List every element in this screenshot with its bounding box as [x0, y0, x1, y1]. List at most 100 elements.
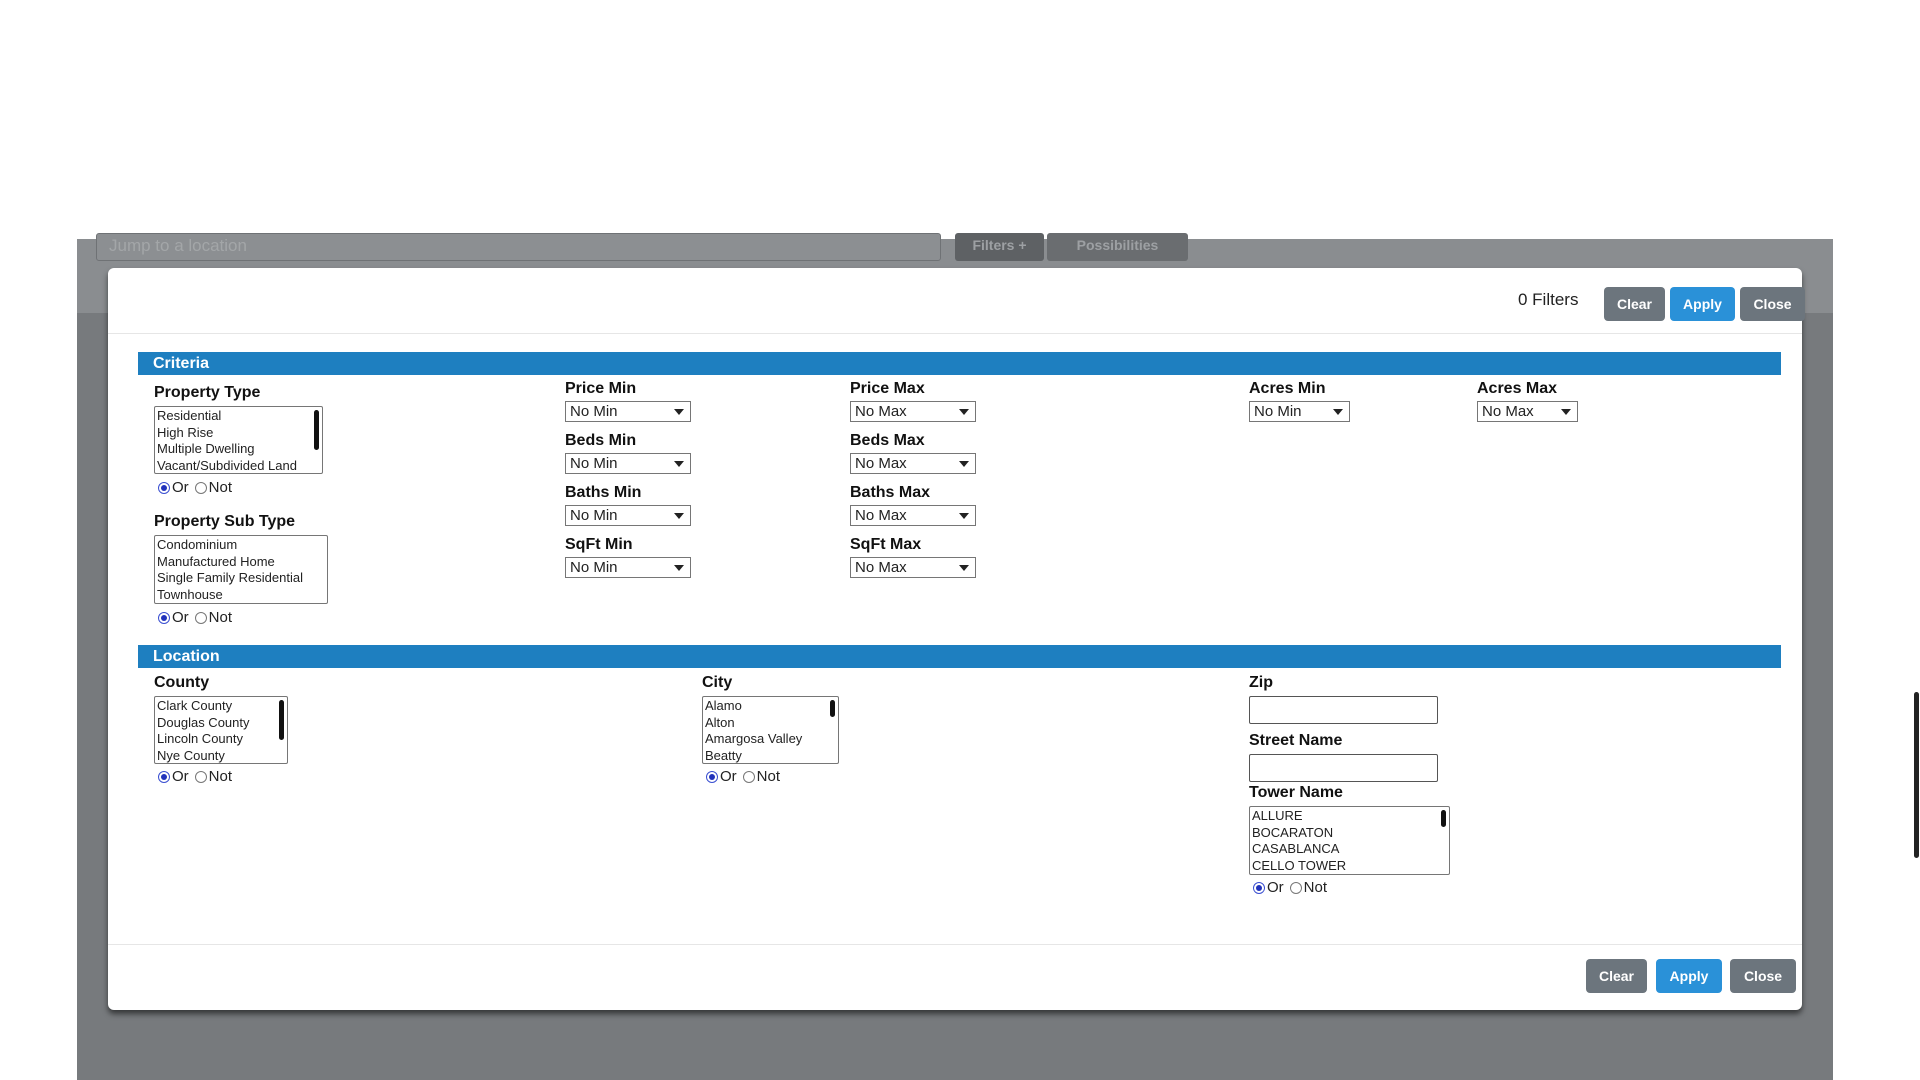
chevron-down-icon	[959, 461, 969, 467]
acres-max-value: No Max	[1482, 403, 1534, 420]
list-option[interactable]: BOCARATON	[1250, 825, 1449, 842]
not-label: Not	[756, 768, 781, 785]
not-radio[interactable]	[194, 770, 207, 783]
listbox-scrollbar[interactable]	[314, 410, 319, 450]
chevron-down-icon	[674, 565, 684, 571]
acres-min-value: No Min	[1254, 403, 1302, 420]
property-type-mode: Or Not	[158, 479, 232, 496]
property-sub-type-listbox[interactable]: Condominium Manufactured Home Single Fam…	[154, 535, 328, 604]
acres-max-label: Acres Max	[1477, 380, 1558, 397]
or-label: Or	[172, 609, 189, 626]
sqft-min-select[interactable]: No Min	[565, 557, 691, 578]
or-radio[interactable]	[158, 770, 170, 783]
acres-min-select[interactable]: No Min	[1249, 401, 1350, 422]
list-option[interactable]: Lincoln County	[155, 731, 287, 748]
property-type-listbox[interactable]: Residential High Rise Multiple Dwelling …	[154, 406, 323, 474]
filters-tab[interactable]: Filters +	[955, 233, 1044, 261]
baths-max-value: No Max	[855, 507, 907, 524]
list-option[interactable]: Alamo	[703, 698, 838, 715]
list-option[interactable]: Condominium	[155, 537, 327, 554]
list-option[interactable]: Residential	[155, 408, 322, 425]
list-option[interactable]: Manufactured Home	[155, 554, 327, 571]
listbox-scrollbar[interactable]	[830, 700, 835, 717]
apply-button-bottom[interactable]: Apply	[1656, 959, 1722, 993]
city-listbox[interactable]: Alamo Alton Amargosa Valley Beatty	[702, 696, 839, 764]
baths-max-select[interactable]: No Max	[850, 505, 976, 526]
property-sub-type-label: Property Sub Type	[154, 513, 296, 530]
street-name-input[interactable]	[1249, 754, 1438, 782]
price-min-value: No Min	[570, 403, 618, 420]
list-option[interactable]: Nye County	[155, 748, 287, 764]
possibilities-tab[interactable]: Possibilities	[1047, 233, 1188, 261]
jump-location-input[interactable]: Jump to a location	[96, 233, 941, 261]
county-label: County	[154, 674, 210, 691]
or-label: Or	[172, 479, 189, 496]
beds-max-select[interactable]: No Max	[850, 453, 976, 474]
chevron-down-icon	[959, 409, 969, 415]
beds-min-select[interactable]: No Min	[565, 453, 691, 474]
zip-label: Zip	[1249, 674, 1273, 691]
close-button-bottom[interactable]: Close	[1730, 959, 1796, 993]
zip-input[interactable]	[1249, 696, 1438, 724]
tower-name-mode: Or Not	[1253, 879, 1327, 896]
county-listbox[interactable]: Clark County Douglas County Lincoln Coun…	[154, 696, 288, 764]
list-option[interactable]: Vacant/Subdivided Land	[155, 458, 322, 474]
tower-name-listbox[interactable]: ALLURE BOCARATON CASABLANCA CELLO TOWER	[1249, 806, 1450, 875]
property-sub-type-mode: Or Not	[158, 609, 232, 626]
listbox-scrollbar[interactable]	[1441, 810, 1446, 827]
chevron-down-icon	[1333, 409, 1343, 415]
price-max-select[interactable]: No Max	[850, 401, 976, 422]
listbox-scrollbar[interactable]	[279, 700, 284, 740]
list-option[interactable]: Clark County	[155, 698, 287, 715]
tower-name-label: Tower Name	[1249, 784, 1343, 801]
modal-footer: Clear Apply Close	[108, 944, 1802, 1010]
not-radio[interactable]	[194, 481, 207, 494]
beds-min-value: No Min	[570, 455, 618, 472]
baths-min-value: No Min	[570, 507, 618, 524]
criteria-section-header: Criteria	[138, 352, 1781, 375]
city-label: City	[702, 674, 733, 691]
list-option[interactable]: ALLURE	[1250, 808, 1449, 825]
not-radio[interactable]	[1289, 881, 1302, 894]
list-option[interactable]: Multiple Dwelling	[155, 441, 322, 458]
beds-max-value: No Max	[855, 455, 907, 472]
baths-min-select[interactable]: No Min	[565, 505, 691, 526]
chevron-down-icon	[1561, 409, 1571, 415]
clear-button-bottom[interactable]: Clear	[1586, 959, 1647, 993]
chevron-down-icon	[959, 513, 969, 519]
price-min-select[interactable]: No Min	[565, 401, 691, 422]
sqft-max-value: No Max	[855, 559, 907, 576]
list-option[interactable]: Amargosa Valley	[703, 731, 838, 748]
or-radio[interactable]	[158, 481, 170, 494]
beds-min-label: Beds Min	[565, 432, 637, 449]
price-max-value: No Max	[855, 403, 907, 420]
or-radio[interactable]	[1253, 881, 1265, 894]
acres-max-select[interactable]: No Max	[1477, 401, 1578, 422]
not-radio[interactable]	[194, 611, 207, 624]
beds-max-label: Beds Max	[850, 432, 925, 449]
chevron-down-icon	[959, 565, 969, 571]
list-option[interactable]: CASABLANCA	[1250, 841, 1449, 858]
list-option[interactable]: Single Family Residential	[155, 570, 327, 587]
not-radio[interactable]	[742, 770, 755, 783]
or-label: Or	[172, 768, 189, 785]
not-label: Not	[208, 609, 233, 626]
or-radio[interactable]	[158, 611, 170, 624]
list-option[interactable]: Douglas County	[155, 715, 287, 732]
page-scrollbar[interactable]	[1914, 692, 1919, 858]
close-button-top[interactable]: Close	[1740, 287, 1805, 321]
county-mode: Or Not	[158, 768, 232, 785]
list-option[interactable]: CELLO TOWER	[1250, 858, 1449, 875]
list-option[interactable]: High Rise	[155, 425, 322, 442]
chevron-down-icon	[674, 461, 684, 467]
sqft-max-label: SqFt Max	[850, 536, 922, 553]
or-radio[interactable]	[706, 770, 718, 783]
sqft-min-label: SqFt Min	[565, 536, 633, 553]
list-option[interactable]: Alton	[703, 715, 838, 732]
list-option[interactable]: Beatty	[703, 748, 838, 764]
apply-button-top[interactable]: Apply	[1670, 287, 1735, 321]
list-option[interactable]: Townhouse	[155, 587, 327, 604]
sqft-max-select[interactable]: No Max	[850, 557, 976, 578]
clear-button-top[interactable]: Clear	[1604, 287, 1665, 321]
sqft-min-value: No Min	[570, 559, 618, 576]
